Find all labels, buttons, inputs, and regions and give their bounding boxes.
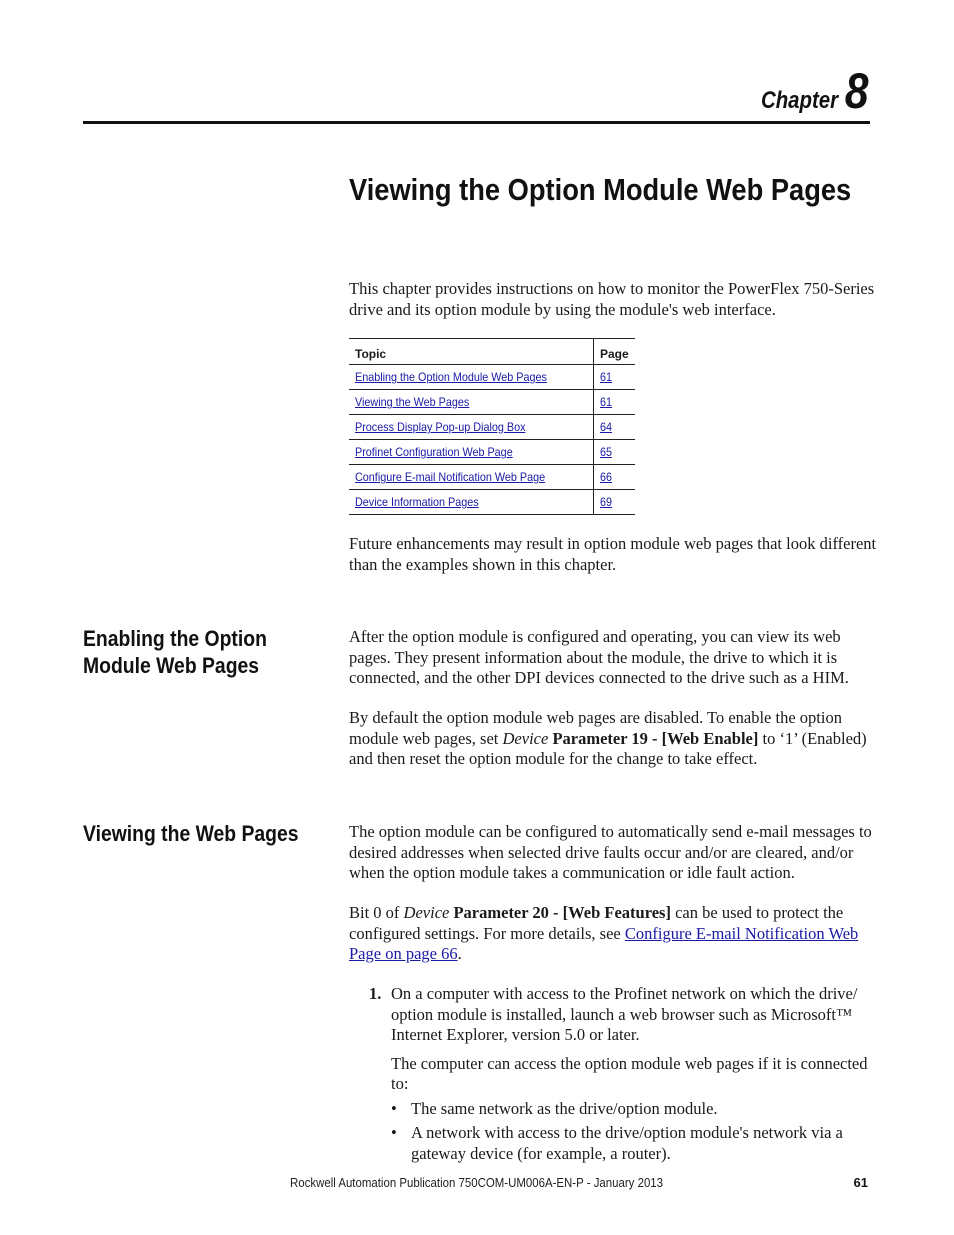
page-link[interactable]: 61 [600, 395, 612, 409]
table-row: Device Information Pages 69 [349, 489, 635, 515]
table-row: Configure E-mail Notification Web Page 6… [349, 464, 635, 490]
table-row: Profinet Configuration Web Page 65 [349, 439, 635, 465]
bullet-item: • A network with access to the drive/opti… [391, 1123, 879, 1164]
bullet-list: • The same network as the drive/option mo… [391, 1099, 879, 1165]
topic-link[interactable]: Viewing the Web Pages [355, 395, 469, 409]
viewing-paragraph-2: Bit 0 of Device Parameter 20 - [Web Feat… [349, 903, 879, 965]
page-column-header: Page [593, 338, 635, 365]
step-text: On a computer with access to the Profine… [391, 984, 858, 1044]
section-heading-viewing: Viewing the Web Pages [83, 821, 299, 846]
bullet-icon: • [391, 1123, 397, 1142]
page-title: Viewing the Option Module Web Pages [349, 172, 852, 207]
footer-publication: Rockwell Automation Publication 750COM-U… [290, 1175, 664, 1190]
enabling-paragraph-2: By default the option module web pages a… [349, 708, 879, 770]
step-note: The computer can access the option modul… [391, 1053, 868, 1094]
text-run: Bit 0 of [349, 903, 404, 922]
bullet-item: • The same network as the drive/option mo… [391, 1099, 879, 1120]
parameter-name: Web Features [568, 903, 666, 922]
chapter-label: Chapter 8 [760, 62, 868, 120]
future-note: Future enhancements may result in option… [349, 534, 877, 574]
page-link[interactable]: 66 [600, 470, 612, 484]
topic-link[interactable]: Process Display Pop-up Dialog Box [355, 420, 525, 434]
parameter-name: Web Enable [667, 728, 753, 748]
bullet-icon: • [391, 1098, 397, 1118]
device-term: Device [403, 903, 450, 922]
topic-link[interactable]: Configure E-mail Notification Web Page [355, 470, 545, 484]
step-number: 1. [369, 984, 382, 1003]
topic-link[interactable]: Profinet Configuration Web Page [355, 445, 513, 459]
bullet-text: A network with access to the drive/optio… [411, 1123, 843, 1163]
parameter-ref: Parameter 19 - [Web Enable] [552, 729, 758, 748]
step-list: 1. On a computer with access to the Prof… [349, 984, 879, 1168]
topic-link[interactable]: Device Information Pages [355, 495, 479, 509]
topic-column-header: Topic [349, 338, 594, 365]
page-link[interactable]: 65 [600, 445, 612, 459]
footer-page-number: 61 [853, 1175, 868, 1190]
page-link[interactable]: 61 [600, 370, 612, 384]
chapter-number: 8 [844, 63, 868, 119]
topic-table: Topic Page Enabling the Option Module We… [349, 338, 635, 515]
device-term: Device [502, 728, 549, 748]
page-link[interactable]: 69 [600, 495, 612, 509]
step-item: 1. On a computer with access to the Prof… [349, 984, 879, 1164]
bullet-text: The same network as the drive/option mod… [411, 1098, 718, 1118]
intro-paragraph: This chapter provides instructions on ho… [349, 279, 875, 319]
text-run: Parameter 20 - [ [449, 903, 569, 922]
table-row: Viewing the Web Pages 61 [349, 389, 635, 415]
enabling-paragraph-1: After the option module is configured an… [349, 627, 849, 687]
page-link[interactable]: 64 [600, 420, 612, 434]
table-row: Process Display Pop-up Dialog Box 64 [349, 414, 635, 440]
text-run: . [457, 944, 462, 963]
table-row: Enabling the Option Module Web Pages 61 [349, 364, 635, 390]
parameter-ref: Parameter 20 - [Web Features] [449, 903, 671, 922]
viewing-paragraph-1: The option module can be configured to a… [349, 822, 872, 882]
table-header-row: Topic Page [349, 338, 635, 365]
topic-link[interactable]: Enabling the Option Module Web Pages [355, 370, 547, 384]
text-run: Parameter 19 - [ [552, 728, 668, 748]
header-rule [83, 121, 870, 124]
chapter-word: Chapter [760, 87, 838, 114]
section-heading-enabling: Enabling the Option Module Web Pages [83, 626, 267, 678]
